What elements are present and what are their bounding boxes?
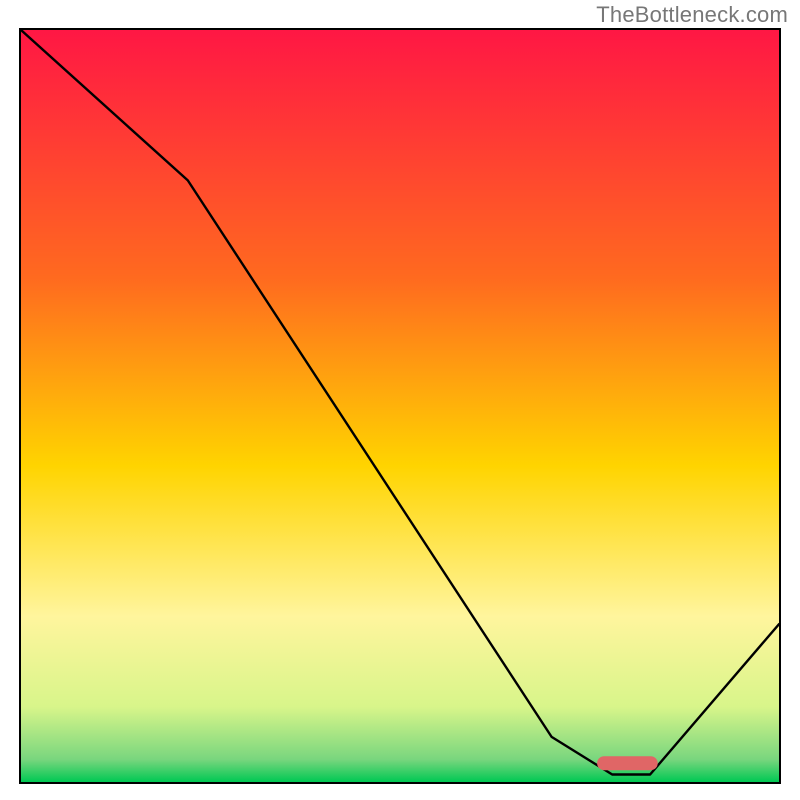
optimal-range-marker — [597, 756, 658, 770]
plot-svg — [21, 30, 779, 782]
chart-container: TheBottleneck.com — [0, 0, 800, 800]
plot-frame — [19, 28, 781, 784]
watermark-text: TheBottleneck.com — [596, 2, 788, 28]
plot-background — [21, 30, 779, 782]
